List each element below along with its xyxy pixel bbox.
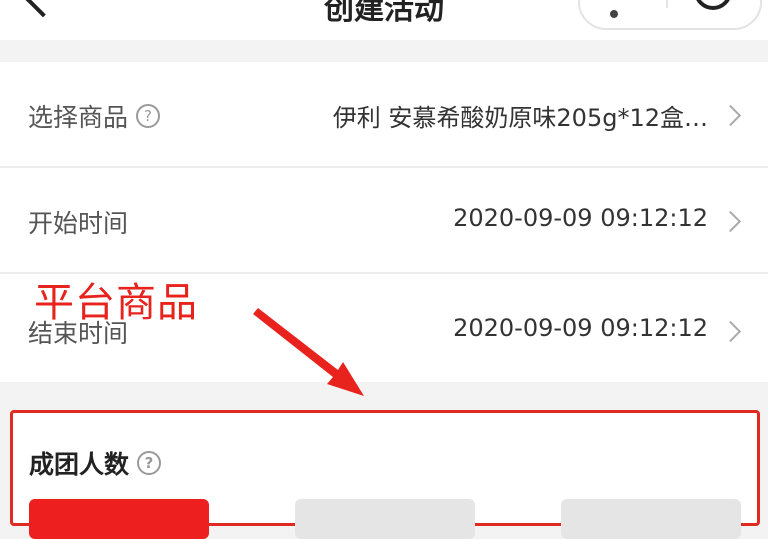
group-size-title-text: 成团人数 bbox=[29, 450, 130, 479]
select-product-label-text: 选择商品 bbox=[28, 103, 129, 132]
start-time-row[interactable]: 开始时间 2020-09-09 09:12:12 bbox=[0, 168, 768, 272]
group-size-card: 成团人数 ? bbox=[10, 410, 760, 539]
help-icon[interactable]: ? bbox=[136, 104, 161, 128]
menu-capsule bbox=[578, 0, 762, 30]
end-time-value: 2020-09-09 09:12:12 bbox=[453, 314, 708, 342]
group-size-option-2[interactable] bbox=[295, 499, 475, 539]
group-size-option-1[interactable] bbox=[29, 499, 209, 539]
group-size-option-3[interactable] bbox=[561, 499, 741, 539]
select-product-row[interactable]: 选择商品 ? 伊利 安慕希酸奶原味205g*12盒… bbox=[0, 62, 768, 166]
select-product-label: 选择商品 ? bbox=[28, 98, 161, 134]
nav-bar: 创建活动 bbox=[0, 0, 768, 40]
chevron-right-icon bbox=[719, 320, 742, 343]
annotation-label: 平台商品 bbox=[34, 280, 198, 326]
help-icon[interactable]: ? bbox=[137, 451, 162, 475]
group-size-title: 成团人数 ? bbox=[29, 445, 162, 481]
capsule-divider bbox=[666, 0, 668, 8]
start-time-value: 2020-09-09 09:12:12 bbox=[453, 204, 708, 232]
start-time-label: 开始时间 bbox=[28, 209, 129, 238]
select-product-value: 伊利 安慕希酸奶原味205g*12盒… bbox=[332, 104, 708, 132]
close-circle-icon[interactable] bbox=[694, 0, 732, 10]
chevron-right-icon bbox=[719, 210, 742, 233]
more-dots-icon[interactable] bbox=[610, 0, 650, 18]
chevron-right-icon bbox=[719, 104, 742, 127]
